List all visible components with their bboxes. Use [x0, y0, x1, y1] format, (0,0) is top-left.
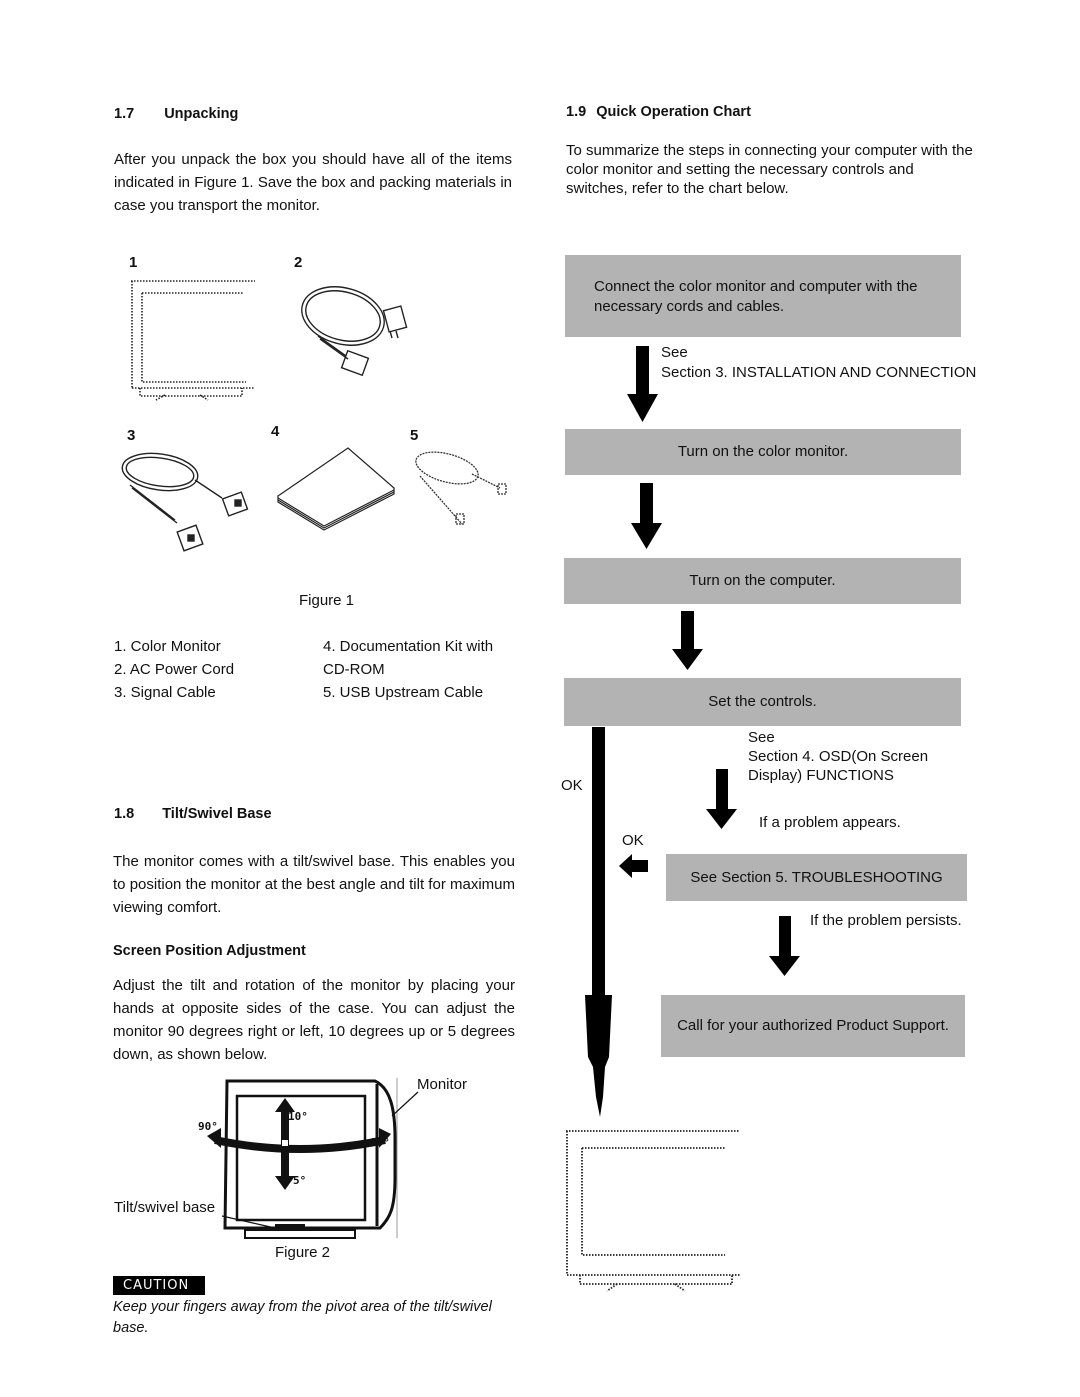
step-turn-on-monitor-box: Turn on the color monitor. [565, 429, 961, 475]
item-signal-cable: 3. Signal Cable [114, 684, 216, 701]
figure1-number-4: 4 [271, 423, 280, 440]
caution-badge: CAUTION [113, 1276, 205, 1295]
figure2-right-label: 90° [370, 1136, 390, 1149]
step-product-support-box: Call for your authorized Product Support… [661, 995, 965, 1057]
note-see-2: See Section 4. OSD(On Screen Display) FU… [748, 729, 929, 784]
ac-power-cord-illustration [301, 286, 408, 377]
arrow-down-4-icon [706, 769, 737, 829]
step-turn-on-computer-text: Turn on the computer. [689, 572, 836, 589]
note-section-4b: Display) FUNCTIONS [748, 767, 894, 784]
step-connect-box: Connect the color monitor and computer w… [565, 255, 961, 337]
base-leader-line [221, 1215, 276, 1229]
items-list-col1: 1. Color Monitor 2. AC Power Cord 3. Sig… [114, 635, 234, 704]
figure2-down-label: 5° [293, 1174, 307, 1187]
section-number: 1.8 [114, 806, 135, 822]
arrow-left-ok-icon [619, 854, 648, 878]
item-documentation-kit-cont: CD-ROM [323, 661, 385, 678]
note-section-3: Section 3. INSTALLATION AND CONNECTION [661, 364, 977, 381]
figure1-number-5: 5 [410, 427, 419, 444]
note-problem-appears: If a problem appears. [759, 814, 901, 831]
figure1-number-2: 2 [294, 254, 303, 271]
label-ok-main: OK [561, 777, 583, 794]
arrow-down-5-icon [769, 916, 800, 976]
caution-text: Keep your fingers away from the pivot ar… [113, 1299, 492, 1336]
section-1-9-heading: 1.9 Quick Operation Chart [566, 104, 751, 120]
figure1-number-3: 3 [127, 427, 136, 444]
step-connect-text: Connect the color monitor and computer w… [594, 278, 918, 315]
step-product-support-text: Call for your authorized Product Support… [677, 1017, 949, 1034]
section-number: 1.7 [114, 106, 135, 122]
step-turn-on-monitor-text: Turn on the color monitor. [677, 443, 849, 460]
figure2-monitor-label: Monitor [417, 1076, 468, 1093]
documentation-kit-illustration [276, 447, 396, 531]
step-troubleshooting-box: See Section 5. TROUBLESHOOTING [666, 854, 967, 901]
figure2-base-label: Tilt/swivel base [114, 1199, 216, 1216]
color-monitor-illustration [131, 280, 255, 401]
unpacking-paragraph: After you unpack the box you should have… [114, 151, 512, 214]
note-problem-persists: If the problem persists. [810, 912, 962, 929]
figure1-number-1: 1 [129, 254, 138, 271]
monitor-result-illustration [566, 1130, 740, 1292]
figure2-caption: Figure 2 [275, 1244, 331, 1261]
section-number: 1.9 [566, 104, 587, 120]
figure1-caption: Figure 1 [299, 592, 355, 609]
tilt-paragraph: The monitor comes with a tilt/swivel bas… [113, 853, 515, 916]
arrow-down-3-icon [672, 611, 703, 670]
step-troubleshooting-text: See Section 5. TROUBLESHOOTING [690, 868, 943, 886]
figure2-up-label: 10° [288, 1110, 308, 1123]
label-ok-side: OK [622, 832, 644, 849]
item-ac-power-cord: 2. AC Power Cord [114, 661, 235, 678]
note-see-1: See Section 3. INSTALLATION AND CONNECTI… [661, 344, 977, 381]
arrow-down-ok-main-icon [585, 727, 612, 1117]
step-turn-on-computer-box: Turn on the computer. [564, 558, 961, 604]
chart-intro-paragraph: To summarize the steps in connecting you… [566, 142, 973, 197]
signal-cable-illustration [121, 452, 249, 552]
section-title: Unpacking [164, 106, 239, 122]
item-color-monitor: 1. Color Monitor [114, 638, 221, 655]
step-set-controls-box: Set the controls. [564, 678, 961, 726]
arrow-down-2-icon [631, 483, 662, 549]
section-1-8-heading: 1.8 Tilt/Swivel Base [114, 806, 272, 822]
item-usb-upstream-cable: 5. USB Upstream Cable [323, 684, 484, 701]
screen-position-paragraph: Adjust the tilt and rotation of the moni… [113, 977, 515, 1063]
arrow-down-1-icon [627, 346, 658, 422]
item-documentation-kit: 4. Documentation Kit with [323, 638, 494, 655]
figure2-left-label: 90° [198, 1120, 218, 1133]
note-section-4a: Section 4. OSD(On Screen [748, 748, 929, 765]
section-title: Quick Operation Chart [596, 104, 751, 120]
screen-position-subheading: Screen Position Adjustment [113, 943, 306, 959]
section-title: Tilt/Swivel Base [162, 806, 272, 822]
section-1-7-heading: 1.7 Unpacking [114, 106, 238, 122]
items-list-col2: 4. Documentation Kit with CD-ROM 5. USB … [323, 635, 493, 704]
step-set-controls-text: Set the controls. [708, 693, 817, 710]
usb-cable-illustration [415, 451, 507, 525]
